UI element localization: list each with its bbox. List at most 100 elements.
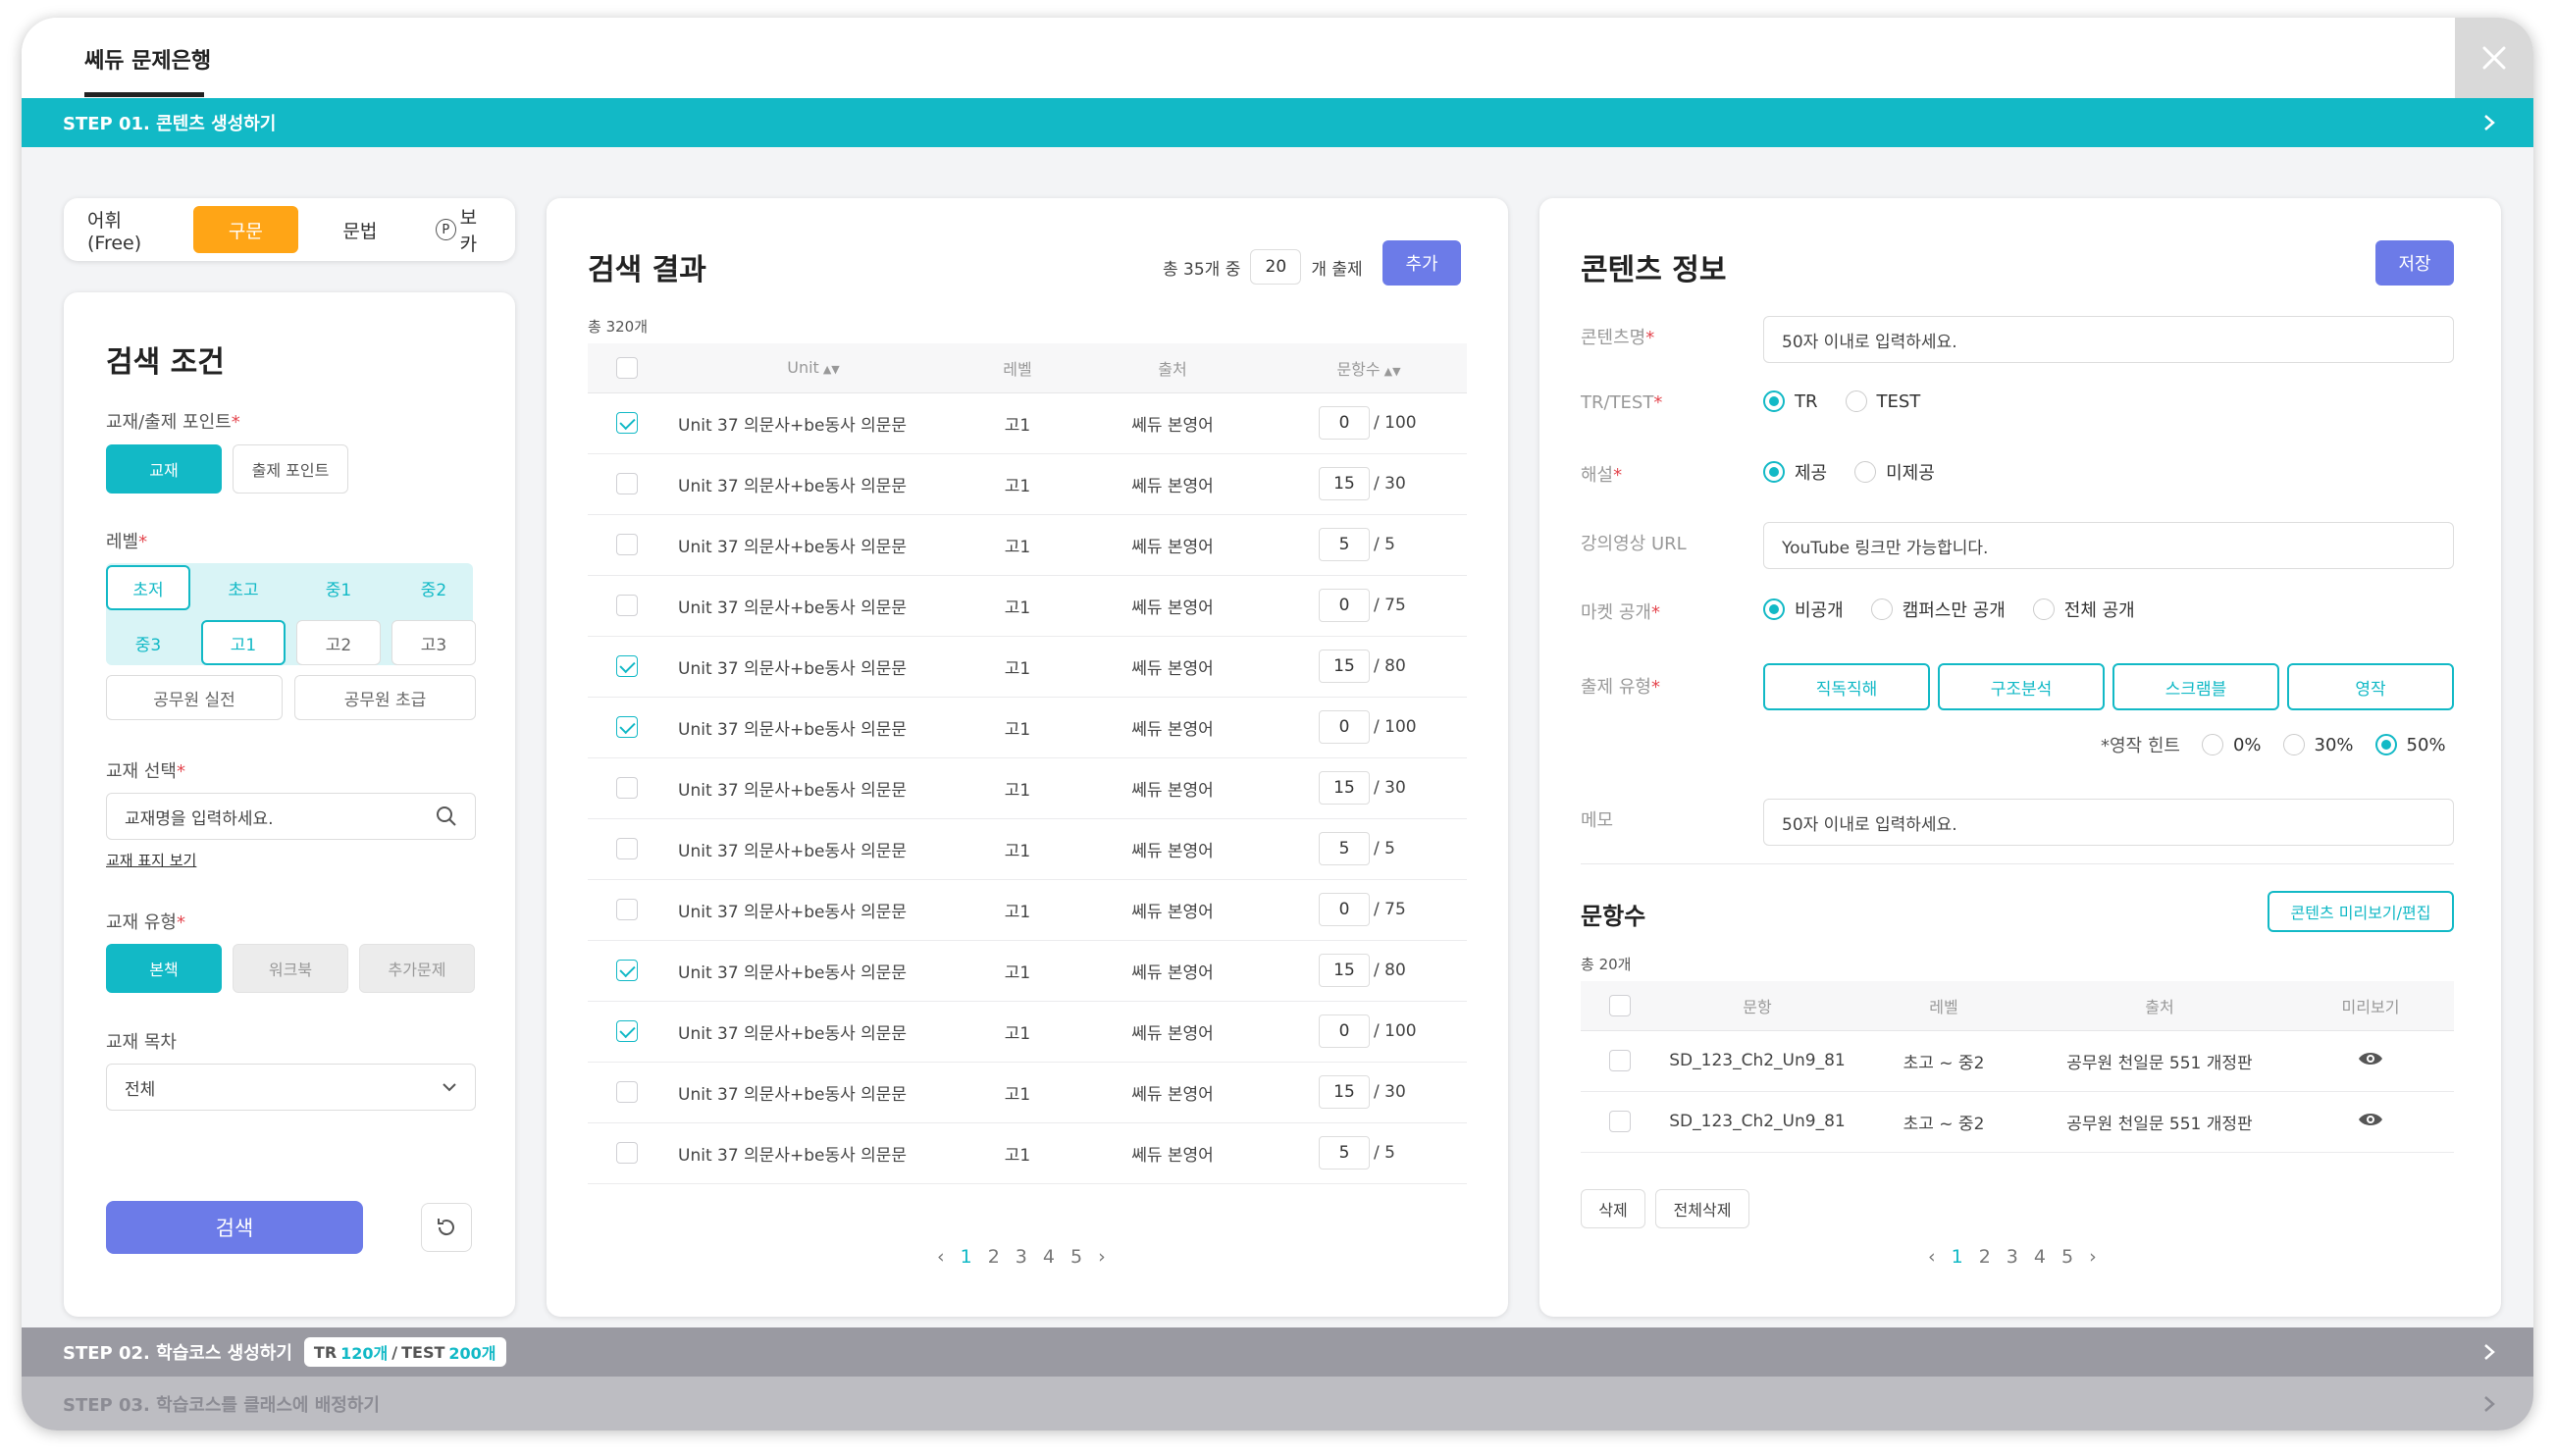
content-preview-button[interactable]: 콘텐츠 미리보기/편집 <box>2268 891 2454 932</box>
type-workbook[interactable]: 워크북 <box>233 944 348 993</box>
qtype-scramble[interactable]: 스크램블 <box>2112 663 2279 710</box>
row-count-input[interactable]: 0 <box>1319 1014 1370 1048</box>
next-page-icon[interactable]: › <box>2089 1246 2097 1268</box>
row-checkbox[interactable] <box>616 412 638 434</box>
table-row[interactable]: Unit 37 의문사+be동사 의문문 고1 쎄듀 본영어 0/ 100 <box>588 1001 1467 1063</box>
page-4[interactable]: 4 <box>1043 1246 1055 1268</box>
qtype-structure[interactable]: 구조분석 <box>1938 663 2105 710</box>
table-row[interactable]: Unit 37 의문사+be동사 의문문 고1 쎄듀 본영어 15/ 30 <box>588 1062 1467 1123</box>
table-row[interactable]: Unit 37 의문사+be동사 의문문 고1 쎄듀 본영어 0/ 100 <box>588 392 1467 454</box>
page-2[interactable]: 2 <box>1979 1246 1991 1268</box>
level-go3[interactable]: 고3 <box>391 620 476 665</box>
row-checkbox[interactable] <box>616 534 638 555</box>
type-main-book[interactable]: 본책 <box>106 944 222 993</box>
row-checkbox[interactable] <box>616 960 638 981</box>
table-row[interactable]: SD_123_Ch2_Un9_81초고 ~ 중2공무원 천일문 551 개정판 <box>1581 1152 2454 1171</box>
page-3[interactable]: 3 <box>1016 1246 1027 1268</box>
tab-vocab-free[interactable]: 어휘(Free) <box>74 206 183 254</box>
level-go1[interactable]: 고1 <box>201 620 286 665</box>
page-2[interactable]: 2 <box>988 1246 1000 1268</box>
page-5[interactable]: 5 <box>1070 1246 1082 1268</box>
next-page-icon[interactable]: › <box>1098 1246 1106 1268</box>
level-chojeo[interactable]: 초저 <box>106 565 190 610</box>
table-row[interactable]: SD_123_Ch2_Un9_81초고 ~ 중2공무원 천일문 551 개정판 <box>1581 1030 2454 1092</box>
row-count-input[interactable]: 0 <box>1319 406 1370 440</box>
step3-bar[interactable]: STEP 03. 학습코스를 클래스에 배정하기 <box>22 1377 2533 1430</box>
row-count-input[interactable]: 0 <box>1319 710 1370 744</box>
row-checkbox[interactable] <box>616 473 638 494</box>
video-url-input[interactable]: YouTube 링크만 가능합니다. <box>1763 522 2454 569</box>
qtype-direct-reading[interactable]: 직독직해 <box>1763 663 1930 710</box>
reset-button[interactable] <box>421 1203 472 1252</box>
level-civil-basic[interactable]: 공무원 초급 <box>294 675 476 720</box>
level-jung1[interactable]: 중1 <box>296 565 381 610</box>
step2-bar[interactable]: STEP 02. 학습코스 생성하기 TR 120개 / TEST 200개 <box>22 1327 2533 1377</box>
row-count-input[interactable]: 15 <box>1319 467 1370 500</box>
row-count-input[interactable]: 15 <box>1319 954 1370 987</box>
radio-hint-50[interactable]: 50% <box>2374 734 2446 755</box>
page-4[interactable]: 4 <box>2034 1246 2046 1268</box>
book-cover-link[interactable]: 교재 표지 보기 <box>106 850 196 870</box>
row-count-input[interactable]: 0 <box>1319 893 1370 926</box>
row-checkbox[interactable] <box>616 1142 638 1164</box>
table-row[interactable]: Unit 37 의문사+be동사 의문문 고1 쎄듀 본영어 0/ 100 <box>588 697 1467 758</box>
select-all-checkbox[interactable] <box>616 356 638 379</box>
questions-table-scroll[interactable]: 문항 레벨 출처 미리보기 SD_123_Ch2_Un9_81 초고 ~ 중2 공무… <box>1581 981 2454 1171</box>
level-go2[interactable]: 고2 <box>296 620 381 665</box>
row-count-input[interactable]: 15 <box>1319 1075 1370 1109</box>
save-button[interactable]: 저장 <box>2375 240 2454 286</box>
search-icon[interactable] <box>436 806 457 827</box>
radio-tr[interactable]: TR <box>1763 390 1818 412</box>
tab-syntax[interactable]: 구문 <box>193 206 298 253</box>
step1-bar[interactable]: STEP 01. 콘텐츠 생성하기 <box>22 98 2533 147</box>
radio-test[interactable]: TEST <box>1845 390 1920 412</box>
level-jung3[interactable]: 중3 <box>106 620 190 665</box>
row-count-input[interactable]: 15 <box>1319 650 1370 683</box>
radio-public[interactable]: 전체 공개 <box>2032 597 2135 622</box>
table-row[interactable]: Unit 37 의문사+be동사 의문문 고1 쎄듀 본영어 0/ 75 <box>588 879 1467 941</box>
col-unit[interactable]: Unit ▲▼ <box>666 343 961 393</box>
row-checkbox[interactable] <box>616 1020 638 1042</box>
qtype-writing[interactable]: 영작 <box>2287 663 2454 710</box>
radio-private[interactable]: 비공개 <box>1763 597 1844 622</box>
content-name-input[interactable]: 50자 이내로 입력하세요. <box>1763 316 2454 363</box>
table-row[interactable]: SD_123_Ch2_Un9_81초고 ~ 중2공무원 천일문 551 개정판 <box>1581 1091 2454 1153</box>
book-search-input[interactable]: 교재명을 입력하세요. <box>106 793 476 840</box>
table-row[interactable]: Unit 37 의문사+be동사 의문문 고1 쎄듀 본영어 15/ 30 <box>588 453 1467 515</box>
delete-button[interactable]: 삭제 <box>1581 1189 1645 1228</box>
add-button[interactable]: 추가 <box>1382 240 1461 286</box>
header-tab[interactable]: 쎄듀 문제은행 <box>84 43 211 75</box>
row-count-input[interactable]: 5 <box>1319 528 1370 561</box>
page-1[interactable]: 1 <box>1952 1246 1963 1268</box>
page-1[interactable]: 1 <box>961 1246 972 1268</box>
table-row[interactable]: Unit 37 의문사+be동사 의문문 고1 쎄듀 본영어 5/ 5 <box>588 818 1467 880</box>
row-checkbox[interactable] <box>616 1081 638 1103</box>
row-checkbox[interactable] <box>616 838 638 859</box>
table-row[interactable]: Unit 37 의문사+be동사 의문문 고1 쎄듀 본영어 5/ 5 <box>588 514 1467 576</box>
prev-page-icon[interactable]: ‹ <box>1928 1246 1936 1268</box>
row-checkbox[interactable] <box>616 655 638 677</box>
level-civil-practice[interactable]: 공무원 실전 <box>106 675 283 720</box>
radio-campus[interactable]: 캠퍼스만 공개 <box>1870 597 2006 622</box>
level-chogo[interactable]: 초고 <box>201 565 286 610</box>
table-row[interactable]: Unit 37 의문사+be동사 의문문 고1 쎄듀 본영어 15/ 30 <box>588 757 1467 819</box>
row-checkbox[interactable] <box>616 777 638 799</box>
level-jung2[interactable]: 중2 <box>391 565 476 610</box>
radio-hint-30[interactable]: 30% <box>2282 734 2354 755</box>
delete-all-button[interactable]: 전체삭제 <box>1655 1189 1749 1228</box>
question-count-input[interactable]: 20 <box>1250 249 1302 285</box>
eye-icon[interactable] <box>2358 1111 2383 1128</box>
toc-select[interactable]: 전체 <box>106 1064 476 1111</box>
table-row[interactable]: Unit 37 의문사+be동사 의문문 고1 쎄듀 본영어 0/ 75 <box>588 575 1467 637</box>
radio-explain-none[interactable]: 미제공 <box>1854 459 1935 485</box>
row-checkbox[interactable] <box>1609 1111 1631 1132</box>
row-checkbox[interactable] <box>1609 1050 1631 1071</box>
row-count-input[interactable]: 0 <box>1319 589 1370 622</box>
page-5[interactable]: 5 <box>2061 1246 2073 1268</box>
search-button[interactable]: 검색 <box>106 1201 363 1254</box>
row-count-input[interactable]: 15 <box>1319 771 1370 805</box>
option-exam-point[interactable]: 출제 포인트 <box>233 444 348 494</box>
page-3[interactable]: 3 <box>2007 1246 2018 1268</box>
table-row[interactable]: Unit 37 의문사+be동사 의문문 고1 쎄듀 본영어 15/ 80 <box>588 940 1467 1002</box>
row-checkbox[interactable] <box>616 716 638 738</box>
